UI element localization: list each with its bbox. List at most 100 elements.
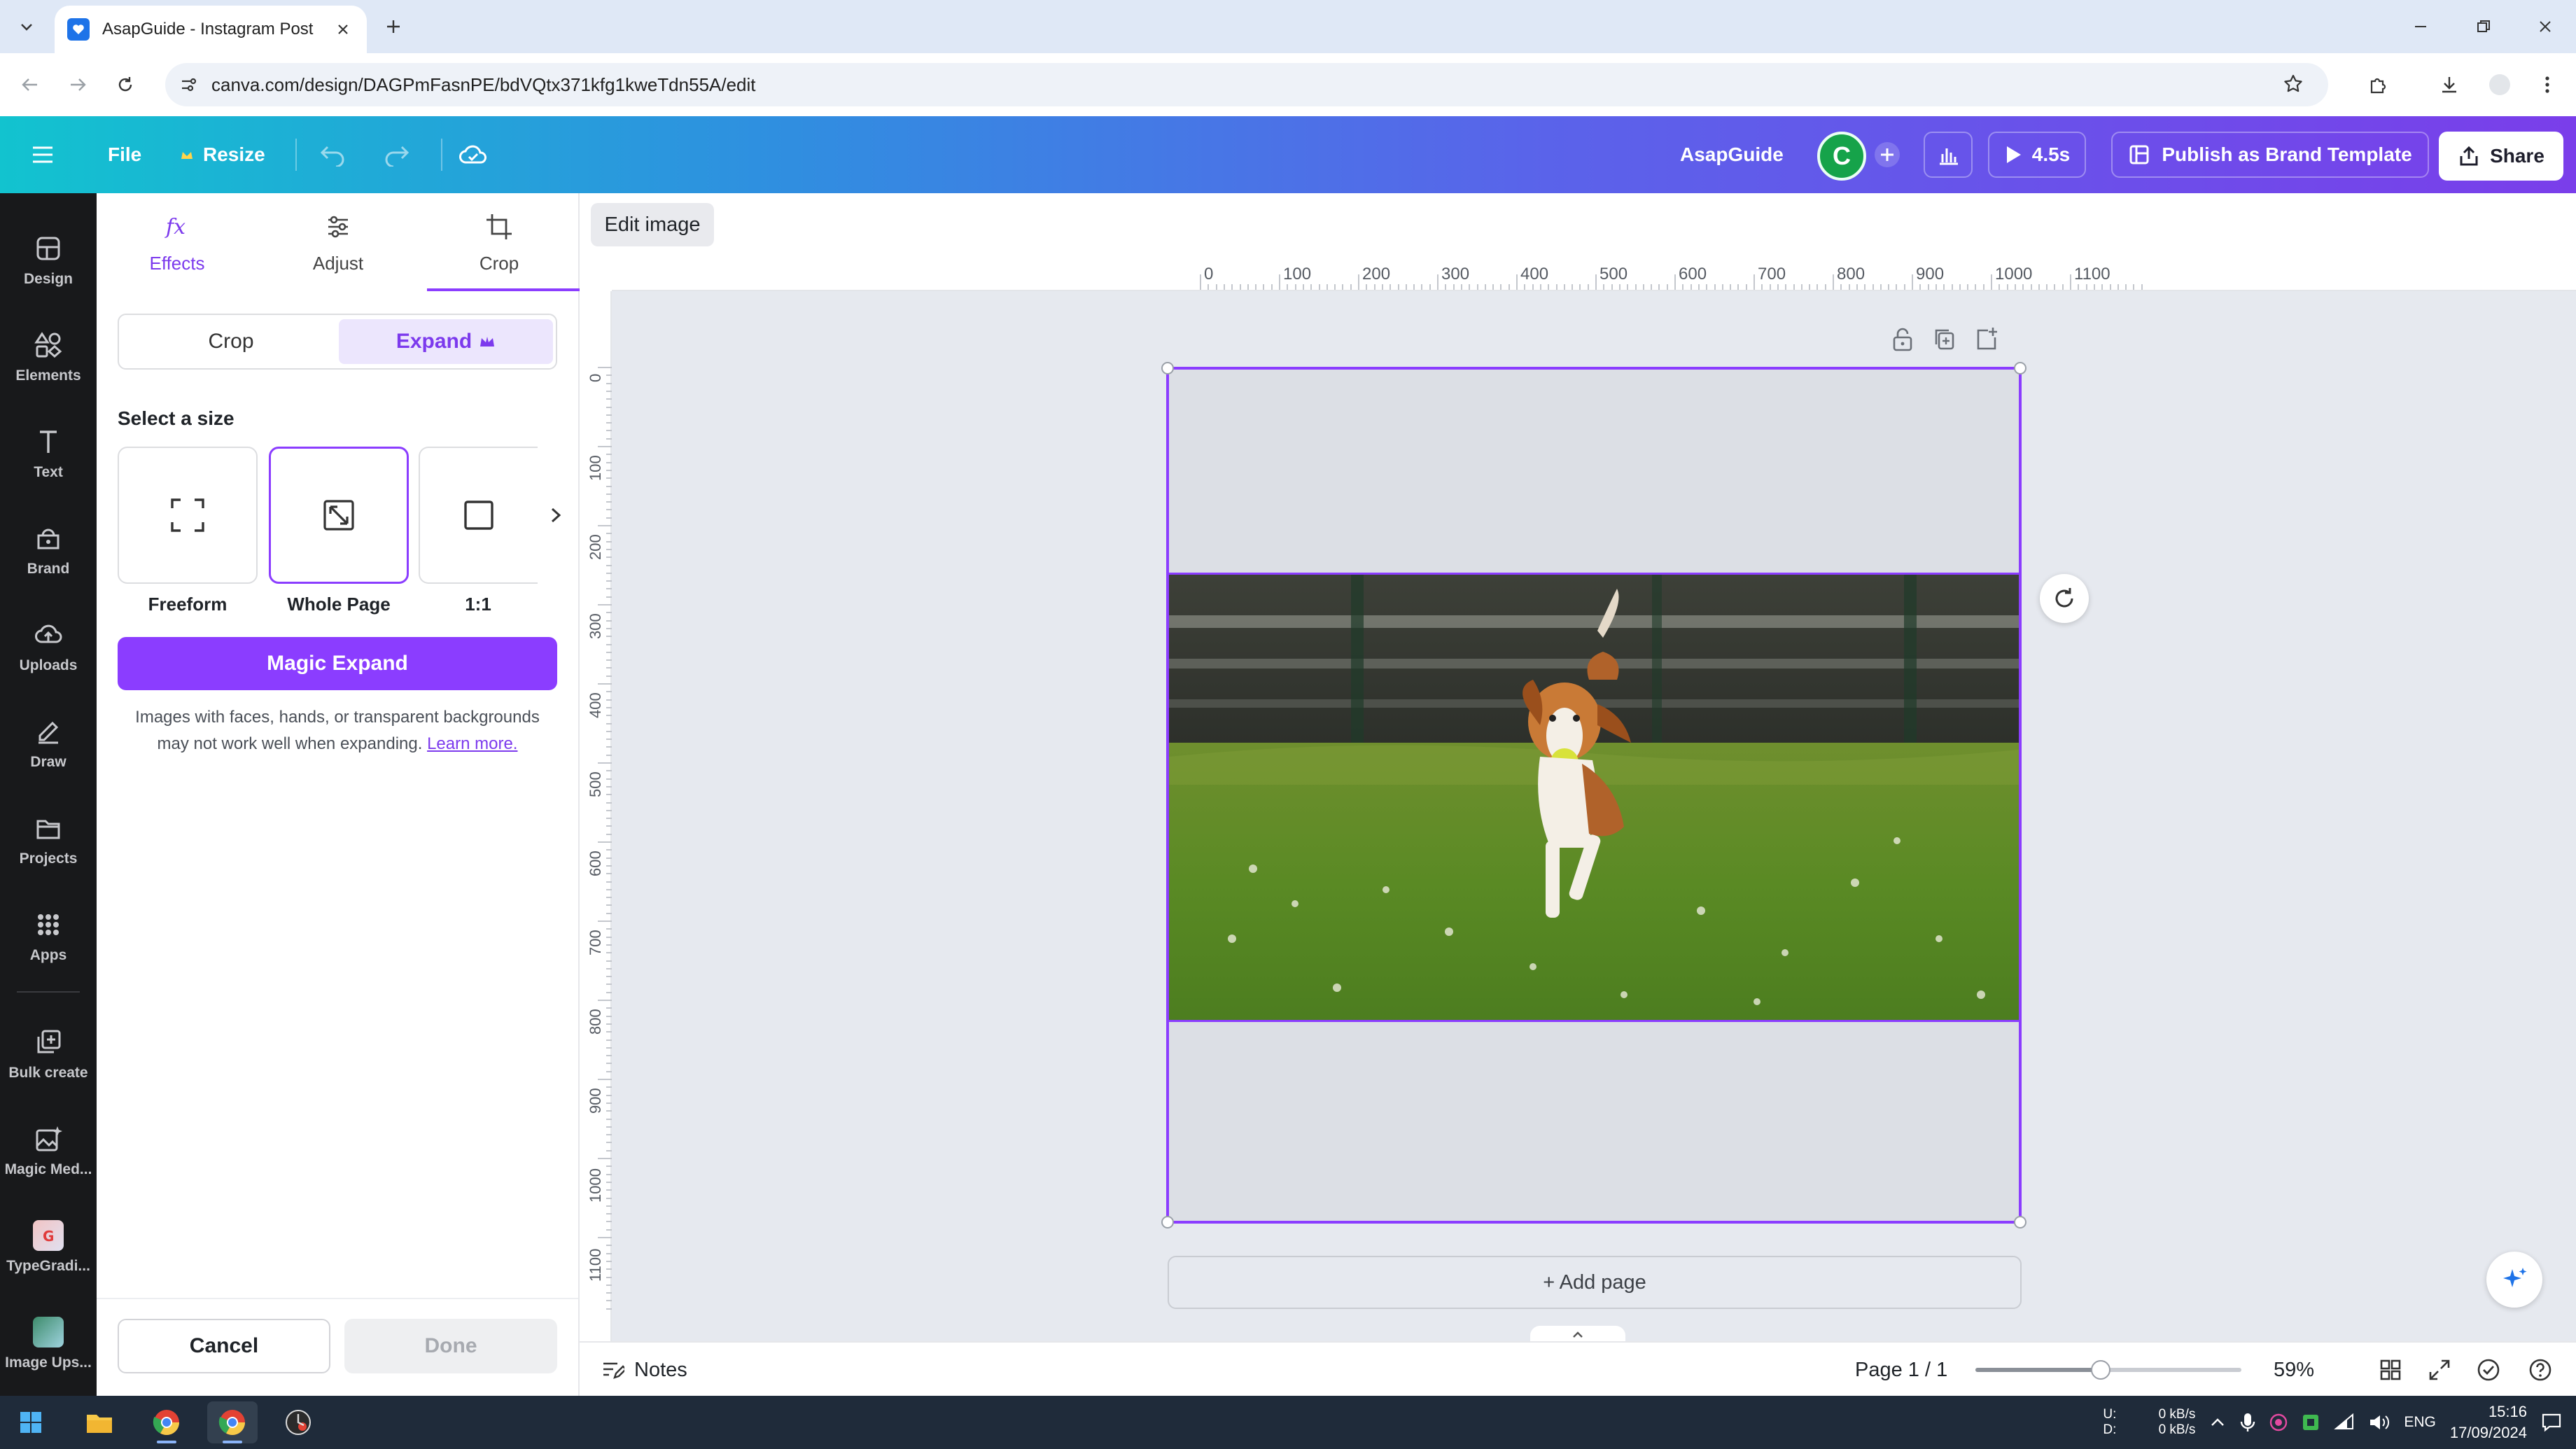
microphone-tray-icon[interactable] (2240, 1412, 2255, 1433)
rail-item-typegradient[interactable]: G TypeGradi... (0, 1205, 97, 1289)
avatar[interactable]: C (1817, 132, 1866, 181)
rail-item-brand[interactable]: Brand (0, 508, 97, 592)
rail-item-bulk-create[interactable]: Bulk create (0, 1012, 97, 1096)
beagle-photo[interactable] (1169, 573, 2019, 1022)
file-menu[interactable]: File (108, 116, 141, 193)
clock[interactable]: 15:16 17/09/2024 (2450, 1401, 2527, 1443)
close-window-button[interactable] (2526, 10, 2565, 43)
rail-item-draw[interactable]: Draw (0, 701, 97, 785)
team-name[interactable]: AsapGuide (1680, 116, 1784, 193)
expand-mode-button[interactable]: Expand (339, 319, 553, 364)
done-button[interactable]: Done (344, 1319, 557, 1373)
cancel-button[interactable]: Cancel (118, 1319, 330, 1373)
ruler-h-tick (1555, 284, 1558, 290)
tab-effects[interactable]: fx Effects (97, 193, 258, 291)
show-pages-button[interactable] (1530, 1326, 1625, 1343)
resize-handle-bottom-left[interactable] (1161, 1216, 1174, 1228)
check-design-button[interactable] (2472, 1354, 2505, 1386)
zoom-percentage[interactable]: 59% (2274, 1343, 2314, 1397)
rail-item-uploads[interactable]: Uploads (0, 605, 97, 689)
chevron-up-icon (1573, 1331, 1583, 1338)
duplicate-page-button[interactable] (1932, 326, 1957, 358)
taskbar-chrome[interactable] (141, 1401, 192, 1443)
profile-button[interactable] (2484, 69, 2516, 101)
bookmark-star-icon[interactable] (2282, 73, 2304, 95)
rail-item-image-upscaler[interactable]: Image Ups... (0, 1302, 97, 1386)
language-indicator[interactable]: ENG (2404, 1414, 2436, 1431)
url-bar[interactable]: canva.com/design/DAGPmFasnPE/bdVQtx371kf… (165, 63, 2328, 106)
resize-handle-top-right[interactable] (2014, 362, 2026, 374)
browser-menu-button[interactable] (2531, 69, 2563, 101)
wifi-tray-icon[interactable] (2334, 1413, 2355, 1432)
rail-item-apps[interactable]: Apps (0, 895, 97, 979)
extensions-button[interactable] (2362, 69, 2394, 101)
volume-tray-icon[interactable] (2369, 1413, 2390, 1432)
tab-search-button[interactable] (13, 13, 41, 41)
magic-assistant-button[interactable] (2486, 1252, 2542, 1308)
ruler-v-tick (606, 651, 612, 653)
present-button[interactable]: 4.5s (1988, 132, 2086, 178)
tab-close-icon[interactable] (332, 18, 354, 41)
new-tab-button[interactable] (379, 13, 407, 41)
insights-button[interactable] (1924, 132, 1973, 178)
resize-button[interactable]: Resize (179, 116, 265, 193)
ruler-h-tick (1587, 284, 1589, 290)
restore-button[interactable] (2464, 10, 2503, 43)
zoom-slider-thumb[interactable] (2090, 1360, 2110, 1380)
page-indicator[interactable]: Page 1 / 1 (1855, 1343, 1947, 1397)
system-tray: U: D: 0 kB/s 0 kB/s ENG 15:16 17/09/2024 (2103, 1396, 2562, 1449)
undo-button[interactable] (319, 116, 347, 193)
edit-image-button[interactable]: Edit image (591, 203, 714, 246)
rail-item-design[interactable]: Design (0, 218, 97, 302)
tab-crop[interactable]: Crop (419, 193, 580, 291)
app-tray-icon[interactable] (2302, 1413, 2320, 1432)
help-button[interactable] (2524, 1354, 2556, 1386)
back-button[interactable] (14, 69, 46, 101)
horizontal-ruler[interactable]: 0 100 200 300 400 500 600 700 800 900 1000 1100 (612, 256, 2576, 291)
notes-button[interactable]: Notes (601, 1343, 687, 1397)
learn-more-link[interactable]: Learn more. (427, 734, 517, 753)
rail-item-elements[interactable]: Elements (0, 315, 97, 399)
redo-button[interactable] (382, 116, 410, 193)
magic-expand-button[interactable]: Magic Expand (118, 637, 557, 690)
forward-button[interactable] (62, 69, 94, 101)
crop-mode-button[interactable]: Crop (123, 319, 339, 364)
rail-item-projects[interactable]: Projects (0, 798, 97, 882)
publish-brand-template-button[interactable]: Publish as Brand Template (2111, 132, 2429, 178)
main-menu-button[interactable] (31, 116, 55, 193)
notifications-button[interactable] (2541, 1413, 2562, 1432)
grid-view-button[interactable] (2374, 1354, 2407, 1386)
reload-button[interactable] (109, 69, 141, 101)
cloud-save-status[interactable] (458, 116, 489, 193)
recording-tray-icon[interactable] (2269, 1413, 2288, 1432)
resize-handle-top-left[interactable] (1161, 362, 1174, 374)
vertical-ruler[interactable]: 0 100 200 300 400 500 600 700 800 900 1000 1100 (580, 291, 612, 1341)
invite-button[interactable] (1868, 132, 1907, 178)
size-whole-page-card[interactable] (269, 447, 409, 584)
scroll-right-button[interactable] (542, 501, 570, 529)
start-button[interactable] (6, 1401, 56, 1443)
minimize-button[interactable] (2401, 10, 2440, 43)
add-page-button[interactable]: + Add page (1168, 1256, 2022, 1309)
tab-adjust[interactable]: Adjust (258, 193, 419, 291)
taskbar-chrome-active[interactable] (207, 1401, 258, 1443)
taskbar-file-explorer[interactable] (74, 1401, 125, 1443)
fullscreen-button[interactable] (2423, 1354, 2456, 1386)
rotate-button[interactable] (2040, 574, 2089, 623)
size-freeform-card[interactable] (118, 447, 258, 584)
design-page[interactable] (1161, 362, 2026, 1228)
site-info-icon[interactable] (179, 75, 199, 94)
downloads-button[interactable] (2433, 69, 2465, 101)
tray-overflow-button[interactable] (2209, 1415, 2226, 1429)
ruler-v-tick (606, 1070, 612, 1072)
rail-item-magic-media[interactable]: Magic Med... (0, 1109, 97, 1193)
resize-handle-bottom-right[interactable] (2014, 1216, 2026, 1228)
size-1-1-card[interactable] (419, 447, 538, 584)
browser-tab[interactable]: AsapGuide - Instagram Post (55, 6, 367, 53)
rail-item-text[interactable]: Text (0, 412, 97, 496)
zoom-slider[interactable] (1975, 1360, 2241, 1380)
share-button[interactable]: Share (2439, 132, 2563, 181)
lock-page-button[interactable] (1890, 326, 1915, 358)
add-page-icon-button[interactable] (1974, 326, 1999, 358)
taskbar-recorder[interactable] (273, 1401, 323, 1443)
